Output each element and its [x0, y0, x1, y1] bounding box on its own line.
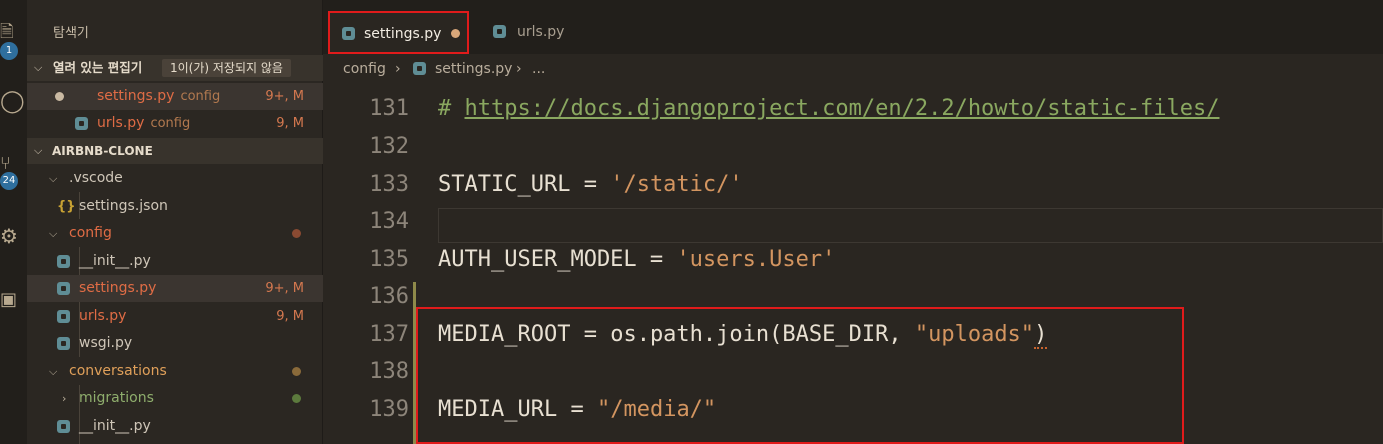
open-editors-label: 열려 있는 편집기: [53, 60, 143, 75]
chevron-down-icon: ⌵: [34, 61, 43, 74]
chevron-down-icon: ⌵: [49, 227, 58, 240]
open-editor-name: settings.py: [97, 88, 175, 104]
modified-dot-icon: [292, 229, 301, 238]
workspace-header[interactable]: ⌵ AIRBNB-CLONE: [27, 138, 323, 164]
search-icon[interactable]: ◯: [0, 88, 27, 116]
python-file-icon: [57, 282, 70, 295]
line-number: 137: [369, 322, 409, 347]
chevron-right-icon: ›: [62, 392, 67, 405]
chevron-right-icon: ›: [395, 61, 401, 77]
status-badge: 9, M: [276, 116, 304, 131]
explorer-badge: 1: [0, 42, 18, 60]
status-badge: 9+, M: [265, 89, 304, 104]
tree-item-init[interactable]: __init__.py: [27, 248, 323, 275]
line-number: 131: [369, 96, 409, 121]
dirty-dot-icon: [55, 92, 64, 101]
workspace-label: AIRBNB-CLONE: [52, 144, 153, 158]
python-file-icon: [75, 117, 88, 130]
sidebar-title: 탐색기: [53, 26, 89, 41]
current-line-highlight: [438, 208, 1383, 243]
status-badge: 9+, M: [265, 281, 304, 296]
untracked-dot-icon: [292, 394, 301, 403]
tree-item-settings-json[interactable]: {} settings.json: [27, 193, 323, 220]
debug-icon[interactable]: ⚙: [0, 222, 27, 250]
modified-dot-icon: [292, 367, 301, 376]
code-line: STATIC_URL = '/static/': [438, 172, 743, 197]
extensions-icon[interactable]: ▣: [0, 286, 27, 314]
doc-link[interactable]: https://docs.djangoproject.com/en/2.2/ho…: [465, 96, 1220, 121]
line-number: 132: [369, 134, 409, 159]
open-editors-header[interactable]: ⌵ 열려 있는 편집기 1이(가) 저장되지 않음: [27, 55, 323, 81]
activity-bar: 🗎 1 ◯ ⑂ 24 ⚙ ▣: [0, 0, 27, 444]
python-file-icon: [57, 310, 70, 323]
tree-item-settings-py[interactable]: settings.py 9+, M: [27, 275, 323, 302]
tab-label: urls.py: [517, 24, 565, 40]
chevron-right-icon: ›: [516, 61, 522, 77]
chevron-down-icon: ⌵: [34, 144, 43, 157]
tree-item-wsgi[interactable]: wsgi.py: [27, 330, 323, 357]
tree-item-migrations[interactable]: › migrations: [27, 385, 323, 412]
open-editor-settings[interactable]: settings.py config 9+, M: [27, 83, 323, 110]
python-file-icon: [493, 25, 506, 38]
open-editor-folder: config: [180, 89, 221, 104]
json-file-icon: {}: [57, 199, 76, 214]
code-line: # https://docs.djangoproject.com/en/2.2/…: [438, 96, 1220, 121]
python-file-icon: [342, 27, 355, 40]
status-badge: 9, M: [276, 309, 304, 324]
open-editor-urls[interactable]: urls.py config 9, M: [27, 110, 323, 137]
tree-item-config[interactable]: ⌵ config: [27, 220, 323, 247]
python-file-icon: [57, 337, 70, 350]
python-file-icon: [413, 62, 426, 75]
code-line: AUTH_USER_MODEL = 'users.User': [438, 247, 836, 272]
chevron-down-icon: ⌵: [49, 365, 58, 378]
open-editor-name: urls.py: [97, 115, 145, 131]
open-editor-folder: config: [150, 116, 191, 131]
chevron-down-icon: ⌵: [49, 172, 58, 185]
tree-item-conversations[interactable]: ⌵ conversations: [27, 358, 323, 385]
line-number: 134: [369, 209, 409, 234]
python-file-icon: [57, 255, 70, 268]
tab-settings-py[interactable]: settings.py: [328, 11, 469, 54]
line-number: 138: [369, 359, 409, 384]
python-file-icon: [57, 420, 70, 433]
unsaved-badge: 1이(가) 저장되지 않음: [162, 59, 291, 77]
explorer-sidebar: 탐색기 ⌵ 열려 있는 편집기 1이(가) 저장되지 않음 settings.p…: [27, 0, 323, 444]
scm-badge: 24: [0, 172, 18, 190]
line-number: 136: [369, 284, 409, 309]
unsaved-dot-icon[interactable]: [451, 29, 460, 38]
tab-urls-py[interactable]: urls.py: [473, 11, 624, 54]
breadcrumb-folder[interactable]: config: [343, 54, 386, 84]
annotation-highlight-box: [416, 307, 1184, 444]
line-number: 133: [369, 172, 409, 197]
tree-item-vscode[interactable]: ⌵ .vscode: [27, 165, 323, 192]
tab-label: settings.py: [364, 26, 442, 42]
breadcrumb-more[interactable]: ...: [532, 54, 545, 84]
breadcrumb-file[interactable]: settings.py: [435, 54, 512, 84]
tree-item-urls-py[interactable]: urls.py 9, M: [27, 303, 323, 330]
breadcrumb: config › settings.py › ...: [323, 54, 1383, 84]
files-icon[interactable]: 🗎: [0, 18, 27, 46]
line-number: 139: [369, 397, 409, 422]
line-number: 135: [369, 247, 409, 272]
editor-tabs: settings.py urls.py: [323, 0, 1383, 54]
tree-item-conversations-init[interactable]: __init__.py: [27, 413, 323, 440]
